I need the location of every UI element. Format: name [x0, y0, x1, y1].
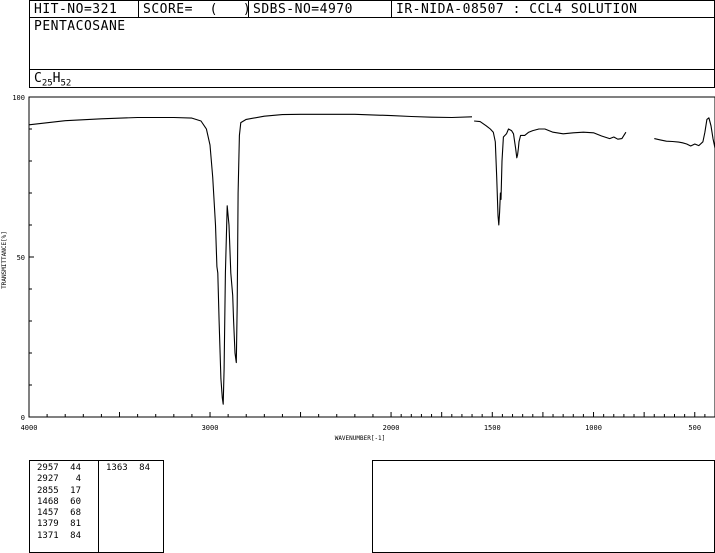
peak-transmittance: 84 — [139, 463, 150, 473]
ir-spectrum-chart: 100500 4000 3000 2000 1500 1000 500 TRANSMITT… — [1, 94, 715, 442]
y-tick-label: 50 — [17, 254, 25, 262]
peak-wavenumber: 2855 — [37, 485, 59, 496]
peak-transmittance: 44 — [70, 463, 81, 473]
x-tick-label: 1000 — [585, 424, 602, 432]
x-tick-label: 4000 — [21, 424, 38, 432]
peak-row: 2855 17 — [37, 486, 81, 497]
y-tick-label: 100 — [12, 94, 25, 102]
peak-row: 1457 68 — [37, 508, 81, 519]
peak-list-column-1: 2957 44 2927 4 2855 17 1468 60 1457 68 1379 81 1371 8… — [37, 463, 81, 542]
peak-row: 1371 84 — [37, 531, 81, 542]
peak-transmittance: 17 — [70, 485, 81, 496]
spectrum-trace — [654, 117, 715, 149]
peak-row: 1379 81 — [37, 519, 81, 530]
peak-wavenumber: 1468 — [37, 496, 59, 507]
peak-row: 1468 60 — [37, 497, 81, 508]
peak-row: 2957 44 — [37, 463, 81, 474]
x-axis-label: WAVENUMBER[-1] — [335, 435, 386, 442]
peak-transmittance: 60 — [70, 496, 81, 507]
peak-wavenumber: 2957 — [37, 463, 59, 473]
peak-transmittance: 68 — [70, 508, 81, 519]
x-tick-label: 2000 — [383, 424, 400, 432]
peak-wavenumber: 1379 — [37, 519, 59, 530]
plot-frame — [28, 96, 715, 418]
structure-box — [372, 460, 715, 553]
peak-transmittance: 4 — [75, 474, 81, 485]
spectrum-trace — [28, 113, 473, 405]
spectrum-trace — [474, 120, 627, 226]
peak-wavenumber: 1371 — [37, 530, 59, 541]
peak-row: 2927 4 — [37, 474, 81, 485]
peak-transmittance: 84 — [70, 530, 81, 541]
y-tick-label: 0 — [21, 414, 25, 422]
peak-wavenumber: 2927 — [37, 474, 59, 485]
peak-wavenumber: 1457 — [37, 508, 59, 519]
peak-list-column-2: 1363 84 — [106, 463, 150, 474]
peak-table-divider — [98, 460, 99, 553]
y-axis-label: TRANSMITTANCE[%] — [1, 231, 8, 289]
x-tick-label: 500 — [688, 424, 701, 432]
peak-row: 1363 84 — [106, 463, 150, 474]
peak-wavenumber: 1363 — [106, 463, 128, 473]
x-tick-label: 3000 — [202, 424, 219, 432]
x-tick-label: 1500 — [484, 424, 501, 432]
peak-transmittance: 81 — [70, 519, 81, 530]
